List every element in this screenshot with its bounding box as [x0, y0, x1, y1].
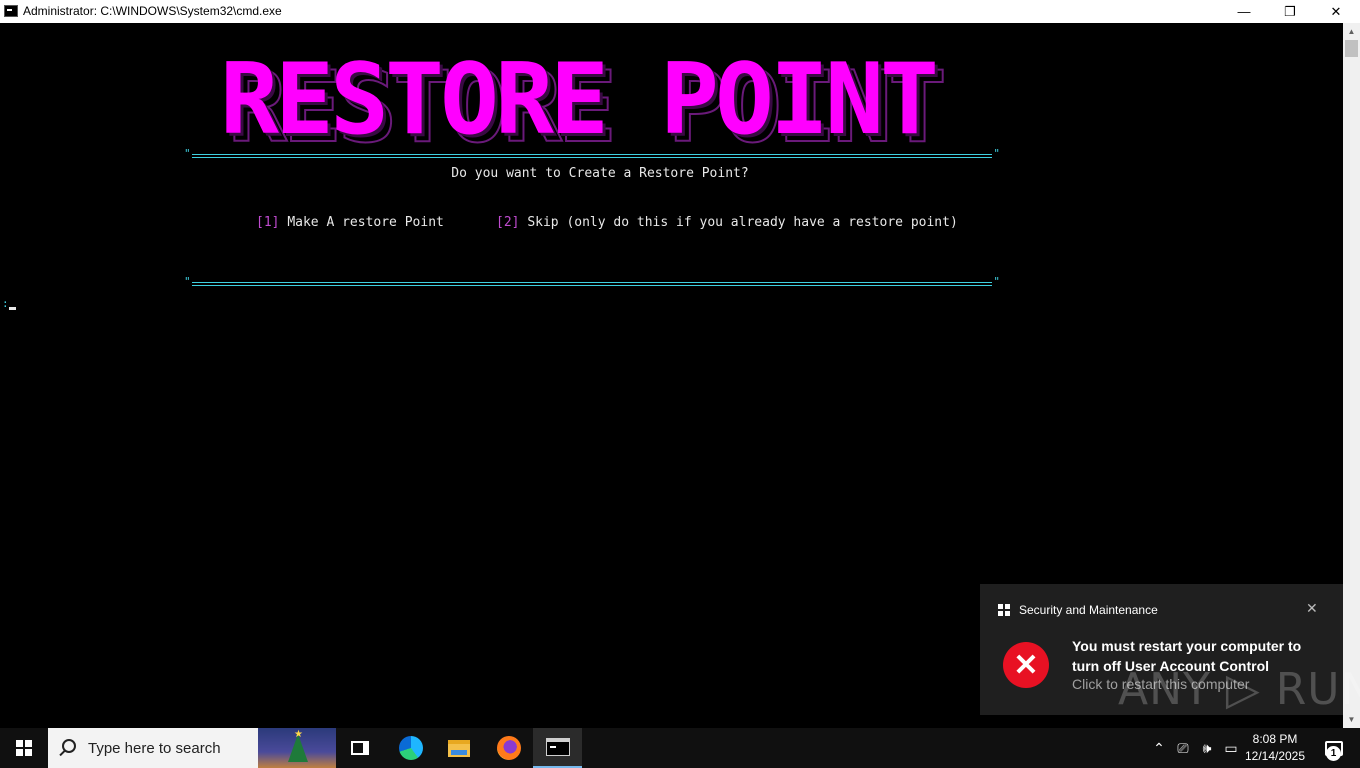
banner-text: RESTORE POINT — [220, 43, 939, 157]
file-explorer-icon — [448, 739, 470, 757]
search-placeholder: Type here to search — [88, 740, 221, 757]
task-view-icon — [351, 741, 369, 755]
anyrun-watermark: ANY ▷ RUN — [1118, 664, 1360, 715]
maximize-button[interactable]: ❐ — [1267, 0, 1313, 23]
meet-now-icon[interactable]: ⎚ — [1172, 728, 1194, 768]
restore-prompt: Do you want to Create a Restore Point? — [451, 166, 749, 181]
clock-time: 8:08 PM — [1252, 732, 1298, 746]
option-label: Make A restore Point — [287, 215, 444, 230]
option-skip: [2] Skip (only do this if you already ha… — [496, 215, 958, 230]
close-button[interactable]: ✕ — [1313, 0, 1359, 23]
taskbar-clock[interactable]: 8:08 PM 12/14/2025 — [1244, 731, 1306, 765]
volume-icon[interactable]: 🕪 — [1196, 728, 1218, 768]
start-button[interactable] — [0, 728, 48, 768]
window-titlebar[interactable]: Administrator: C:\WINDOWS\System32\cmd.e… — [0, 0, 1360, 23]
security-toast[interactable]: Security and Maintenance ✕ ✕ You must re… — [980, 584, 1360, 715]
network-icon[interactable]: ▭ — [1220, 728, 1242, 768]
divider-quote-open: " — [184, 275, 191, 288]
search-highlight-image[interactable]: ★ — [258, 728, 336, 768]
firefox-icon — [497, 736, 521, 760]
option-make-restore-point: [1] Make A restore Point — [256, 215, 444, 230]
divider-quote-close: " — [993, 275, 1000, 288]
search-icon — [62, 739, 76, 753]
edge-icon — [399, 736, 423, 760]
option-key: [2] — [496, 215, 520, 230]
cmd-icon — [545, 738, 570, 756]
top-divider: " " — [184, 147, 1000, 160]
toast-close-icon[interactable]: ✕ — [1306, 600, 1318, 617]
notification-count-badge: 1 — [1326, 746, 1341, 761]
cmd-taskbar-button[interactable] — [533, 728, 582, 768]
restore-point-banner: RESTORE POINT RESTORE POINT — [220, 43, 1000, 159]
taskbar-search-box[interactable]: Type here to search ★ — [48, 728, 336, 768]
text-cursor[interactable] — [9, 307, 16, 310]
file-explorer-taskbar-button[interactable] — [435, 728, 483, 768]
show-hidden-icons-chevron-icon[interactable]: ⌃ — [1148, 728, 1170, 768]
windows-icon — [16, 740, 32, 756]
console-scrollbar[interactable]: ▲ ▼ — [1343, 23, 1360, 728]
scroll-thumb[interactable] — [1345, 40, 1358, 57]
edge-taskbar-button[interactable] — [387, 728, 435, 768]
task-view-button[interactable] — [336, 728, 384, 768]
cmd-app-icon — [4, 5, 18, 17]
bottom-divider: " " — [184, 275, 1000, 288]
option-label: Skip (only do this if you already have a… — [527, 215, 958, 230]
scroll-up-arrow-icon[interactable]: ▲ — [1343, 23, 1360, 40]
taskbar: Type here to search ★ ⌃ ⎚ 🕪 ▭ 8:08 PM 12… — [0, 728, 1360, 768]
input-prompt: : — [2, 297, 9, 310]
clock-date: 12/14/2025 — [1244, 749, 1306, 763]
error-icon: ✕ — [1003, 642, 1049, 688]
divider-quote-open: " — [184, 147, 191, 160]
divider-quote-close: " — [993, 147, 1000, 160]
toast-app-name: Security and Maintenance — [1019, 603, 1158, 617]
window-title: Administrator: C:\WINDOWS\System32\cmd.e… — [23, 4, 282, 18]
firefox-taskbar-button[interactable] — [485, 728, 533, 768]
option-key: [1] — [256, 215, 280, 230]
security-maintenance-icon — [998, 604, 1010, 616]
minimize-button[interactable]: — — [1221, 0, 1267, 23]
